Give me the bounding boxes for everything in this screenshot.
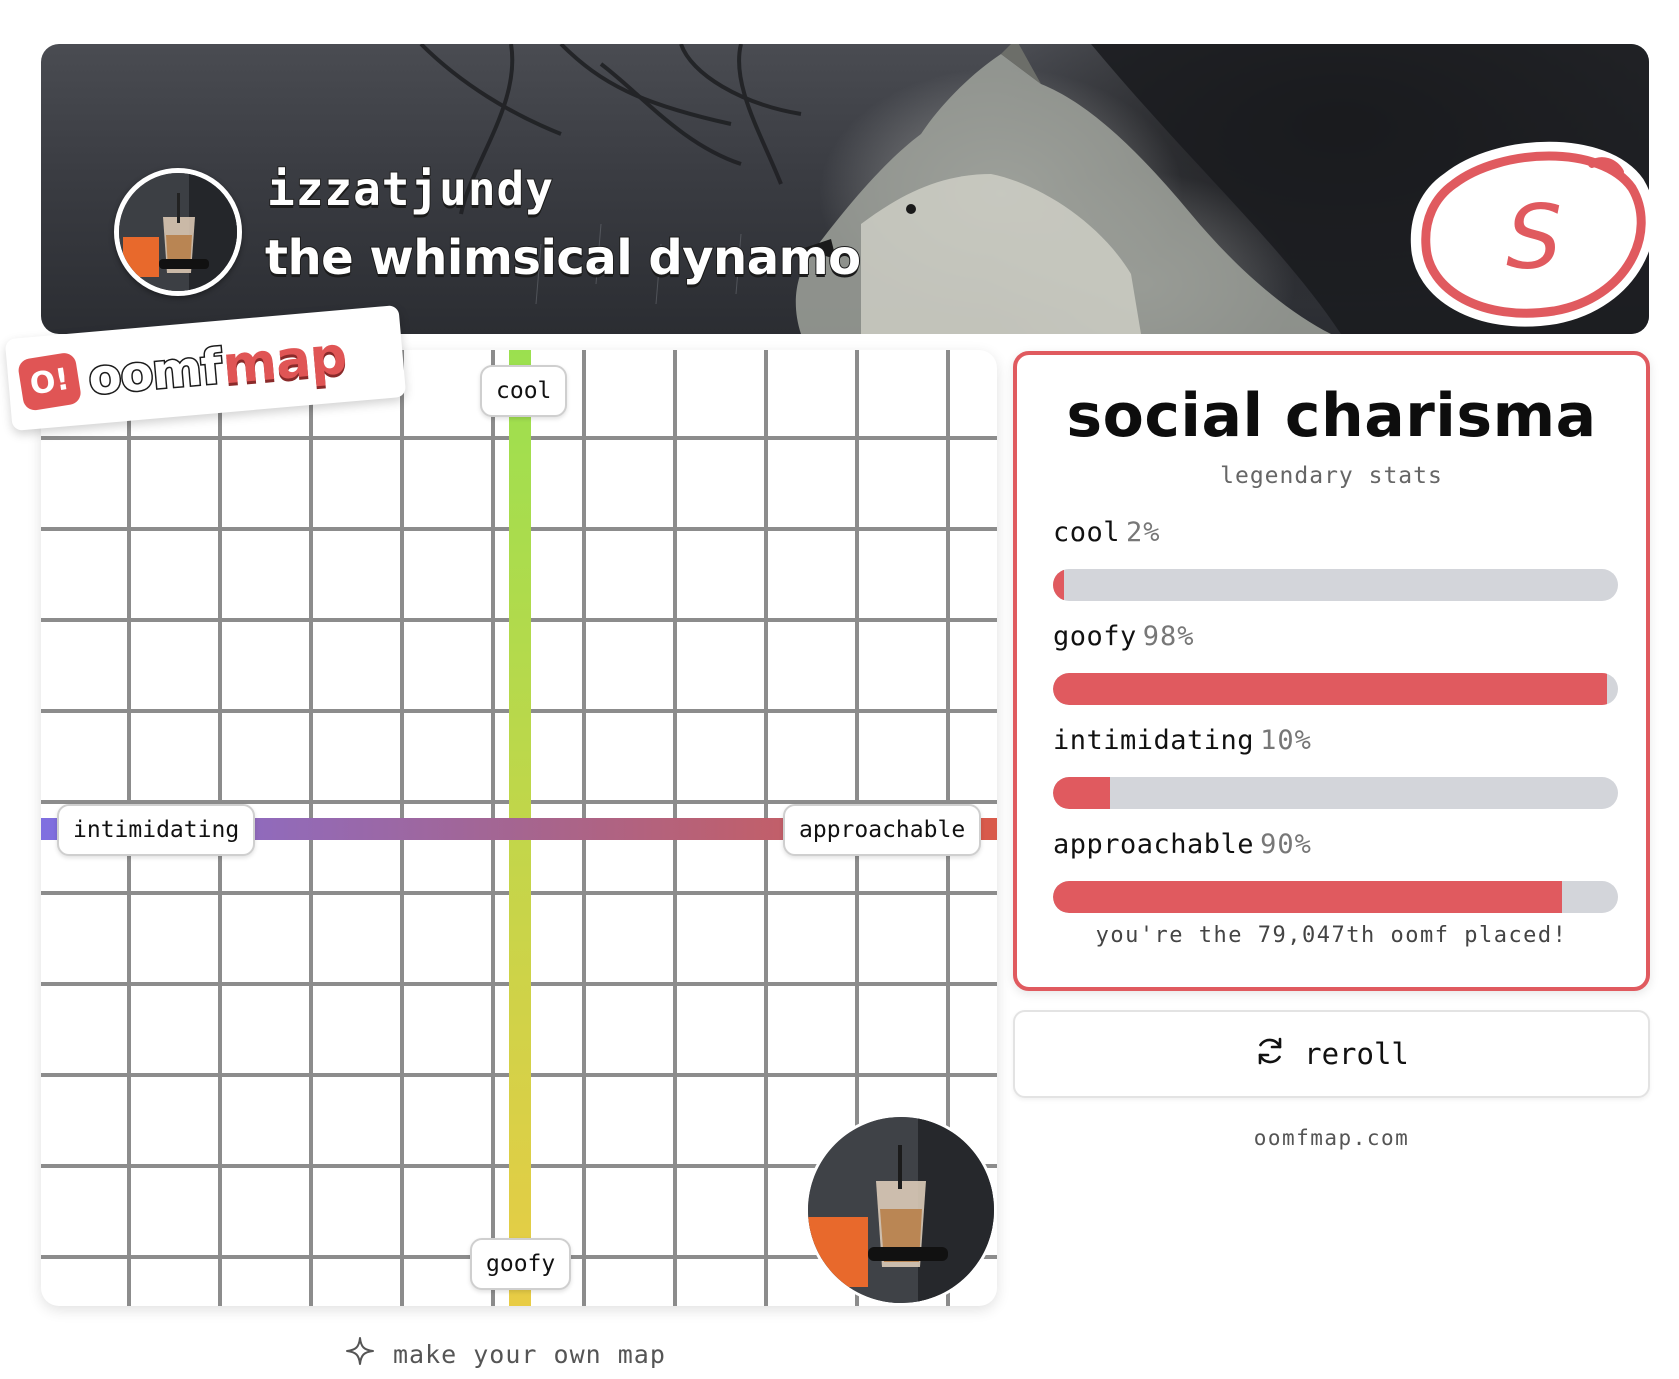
stat-percent: 2% [1126, 517, 1161, 548]
make-your-own-map-link[interactable]: make your own map [345, 1336, 666, 1372]
stat-approachable: approachable 90% [1053, 825, 1618, 913]
iced-coffee-photo-icon [119, 173, 237, 291]
refresh-icon [1254, 1035, 1286, 1074]
stat-intimidating: intimidating 10% [1053, 721, 1618, 809]
grade-badge: S [1410, 141, 1649, 327]
stat-bar [1053, 569, 1618, 601]
stat-label: intimidating [1053, 725, 1255, 756]
stat-bar-fill [1053, 569, 1065, 601]
stats-card: social charisma legendary stats cool 2% g… [1013, 351, 1650, 991]
stat-percent: 90% [1260, 829, 1312, 860]
logo-text-map: map [219, 324, 350, 398]
logo-text-oomf: oomf [85, 337, 225, 407]
profile-avatar[interactable] [114, 168, 242, 296]
username: izzatjundy [266, 161, 554, 217]
axis-label-left: intimidating [57, 804, 256, 856]
stats-title: social charisma [1066, 381, 1597, 451]
make-map-label: make your own map [393, 1339, 666, 1369]
stat-percent: 98% [1142, 621, 1195, 652]
stat-bar-fill [1053, 673, 1607, 705]
iced-coffee-photo-icon [808, 1117, 994, 1303]
stat-label: approachable [1053, 829, 1255, 860]
grade-letter: S [1506, 186, 1562, 289]
stats-subtitle: legendary stats [1220, 463, 1443, 489]
stat-bar-fill [1053, 881, 1562, 913]
reroll-label: reroll [1304, 1037, 1409, 1071]
placed-count-note: you're the 79,047th oomf placed! [1095, 923, 1568, 948]
placed-avatar-marker[interactable] [805, 1114, 997, 1306]
sparkle-icon [345, 1336, 375, 1372]
stat-bar-fill [1053, 777, 1110, 809]
site-link[interactable]: oomfmap.com [1013, 1126, 1650, 1150]
reroll-button[interactable]: reroll [1013, 1010, 1650, 1098]
stat-goofy: goofy 98% [1053, 617, 1618, 705]
stat-cool: cool 2% [1053, 513, 1618, 601]
stat-bar [1053, 881, 1618, 913]
oomf-map-grid[interactable]: cool goofy intimidating approachable [41, 350, 997, 1306]
stat-percent: 10% [1260, 725, 1312, 756]
stat-bar [1053, 777, 1618, 809]
stat-label: cool [1053, 517, 1121, 548]
profile-banner: izzatjundy the whimsical dynamo S [41, 44, 1649, 334]
axis-label-bottom: goofy [470, 1238, 572, 1290]
axis-label-top: cool [480, 365, 568, 417]
profile-title: the whimsical dynamo [264, 229, 862, 287]
stat-label: goofy [1053, 621, 1137, 652]
axis-label-right: approachable [783, 804, 982, 856]
map-pin-icon: O! [16, 351, 83, 412]
stat-bar [1053, 673, 1618, 705]
